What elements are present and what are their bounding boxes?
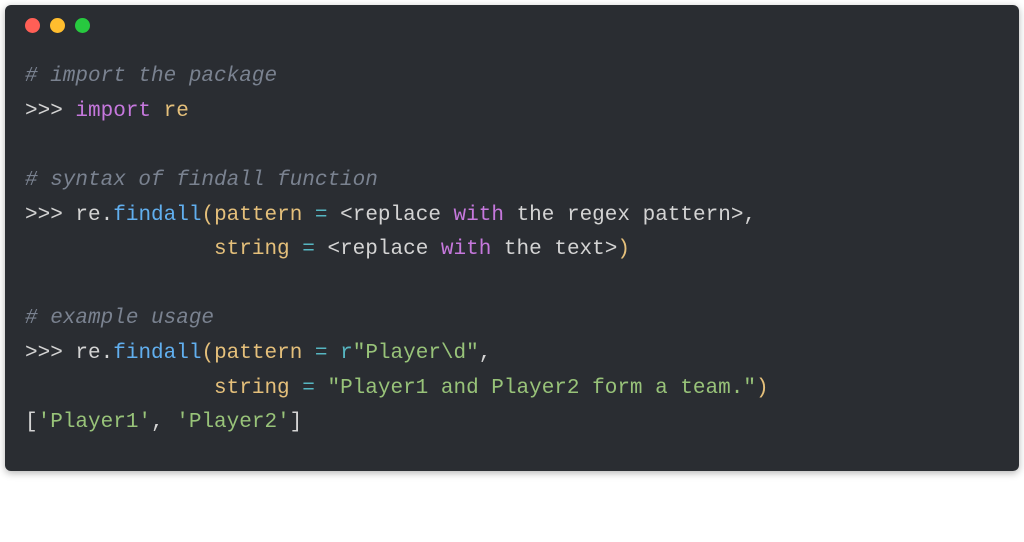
- repl-prompt: >>>: [25, 204, 75, 227]
- code-window: # import the package >>> import re # syn…: [5, 5, 1019, 471]
- dot: .: [101, 342, 114, 365]
- angle-close: >: [731, 204, 744, 227]
- output-string: 'Player2': [176, 411, 289, 434]
- placeholder-text: the text: [491, 238, 604, 261]
- indent: [25, 377, 214, 400]
- output-bracket: [: [25, 411, 38, 434]
- param-name: pattern: [214, 342, 302, 365]
- placeholder-text: the regex pattern: [504, 204, 731, 227]
- comment-line: # import the package: [25, 65, 277, 88]
- param-name: pattern: [214, 204, 302, 227]
- function-name: findall: [113, 342, 201, 365]
- paren: (: [201, 342, 214, 365]
- equals: =: [302, 342, 340, 365]
- param-name: string: [214, 238, 290, 261]
- placeholder-keyword: with: [454, 204, 504, 227]
- comment-line: # example usage: [25, 307, 214, 330]
- equals: =: [290, 238, 328, 261]
- angle-close: >: [605, 238, 618, 261]
- comma: ,: [479, 342, 492, 365]
- function-name: findall: [113, 204, 201, 227]
- module-name: re: [164, 100, 189, 123]
- placeholder-keyword: with: [441, 238, 491, 261]
- paren: (: [201, 204, 214, 227]
- raw-prefix: r: [340, 342, 353, 365]
- repl-prompt: >>>: [25, 342, 75, 365]
- paren: ): [617, 238, 630, 261]
- equals: =: [302, 204, 340, 227]
- keyword-import: import: [75, 100, 151, 123]
- comment-line: # syntax of findall function: [25, 169, 378, 192]
- identifier: re: [75, 204, 100, 227]
- titlebar: [5, 5, 1019, 45]
- output-comma: ,: [151, 411, 176, 434]
- paren: ): [756, 377, 769, 400]
- param-name: string: [214, 377, 290, 400]
- maximize-icon[interactable]: [75, 18, 90, 33]
- placeholder-text: replace: [340, 238, 441, 261]
- output-bracket: ]: [290, 411, 303, 434]
- string-literal: "Player\d": [353, 342, 479, 365]
- identifier: re: [75, 342, 100, 365]
- angle-open: <: [327, 238, 340, 261]
- close-icon[interactable]: [25, 18, 40, 33]
- repl-prompt: >>>: [25, 100, 75, 123]
- minimize-icon[interactable]: [50, 18, 65, 33]
- output-string: 'Player1': [38, 411, 151, 434]
- equals: =: [290, 377, 328, 400]
- indent: [25, 238, 214, 261]
- angle-open: <: [340, 204, 353, 227]
- code-block: # import the package >>> import re # syn…: [5, 45, 1019, 471]
- string-literal: "Player1 and Player2 form a team.": [327, 377, 755, 400]
- dot: .: [101, 204, 114, 227]
- comma: ,: [743, 204, 756, 227]
- placeholder-text: replace: [353, 204, 454, 227]
